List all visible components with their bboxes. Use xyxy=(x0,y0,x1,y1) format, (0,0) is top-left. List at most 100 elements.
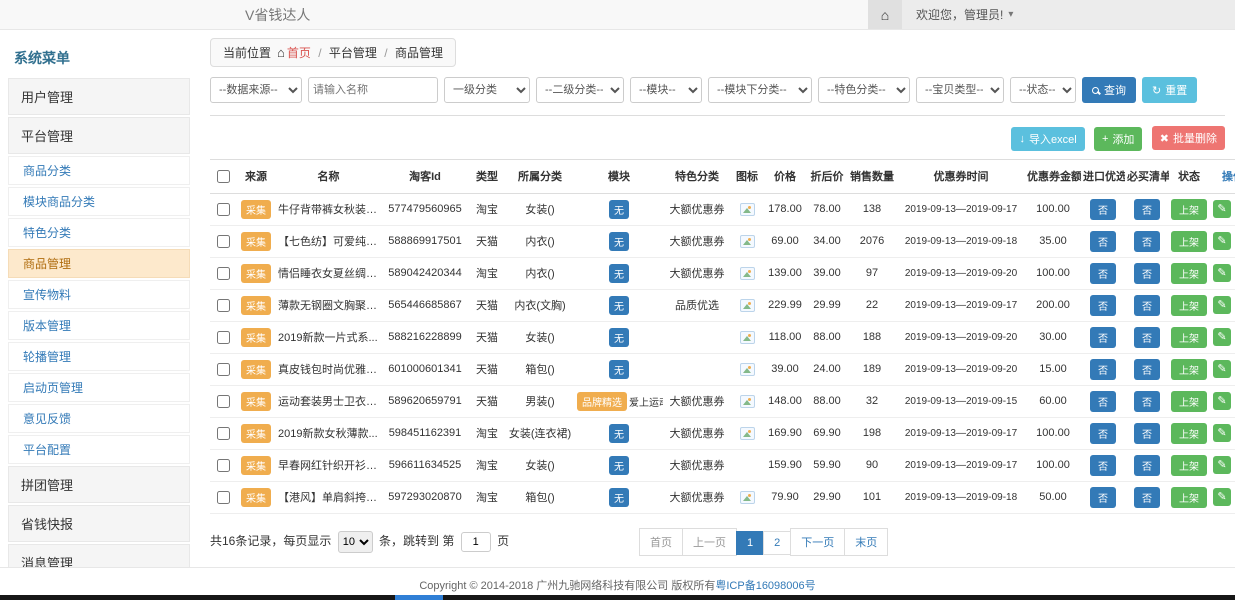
must-buy-toggle[interactable]: 否 xyxy=(1134,423,1160,444)
page-button[interactable]: 1 xyxy=(736,531,764,555)
status-button[interactable]: 上架 xyxy=(1171,455,1207,476)
edit-button[interactable]: ✎ xyxy=(1213,328,1231,346)
import-select-toggle[interactable]: 否 xyxy=(1090,295,1116,316)
edit-button[interactable]: ✎ xyxy=(1213,264,1231,282)
sidebar-item[interactable]: 商品管理 xyxy=(8,249,190,278)
row-checkbox[interactable] xyxy=(217,395,230,408)
page-button[interactable]: 下一页 xyxy=(790,528,845,556)
add-button[interactable]: +添加 xyxy=(1094,127,1142,151)
module-cell: 无 xyxy=(575,321,663,353)
import-excel-button[interactable]: ↓导入excel xyxy=(1011,127,1084,151)
edit-button[interactable]: ✎ xyxy=(1213,360,1231,378)
status-button[interactable]: 上架 xyxy=(1171,359,1207,380)
sidebar-item[interactable]: 省钱快报 xyxy=(8,505,190,542)
sidebar-item[interactable]: 宣传物料 xyxy=(8,280,190,309)
row-checkbox[interactable] xyxy=(217,299,230,312)
edit-button[interactable]: ✎ xyxy=(1213,424,1231,442)
row-checkbox[interactable] xyxy=(217,459,230,472)
sidebar-item[interactable]: 商品分类 xyxy=(8,156,190,185)
breadcrumb-home-link[interactable]: 首页 xyxy=(287,46,311,60)
module-subcategory-select[interactable]: --模块下分类-- xyxy=(708,77,812,103)
import-select-toggle[interactable]: 否 xyxy=(1090,455,1116,476)
product-type: 淘宝 xyxy=(469,417,505,449)
edit-button[interactable]: ✎ xyxy=(1213,488,1231,506)
page-button[interactable]: 上一页 xyxy=(682,528,737,556)
sidebar-item[interactable]: 特色分类 xyxy=(8,218,190,247)
import-select-toggle[interactable]: 否 xyxy=(1090,487,1116,508)
row-checkbox[interactable] xyxy=(217,267,230,280)
import-select-toggle[interactable]: 否 xyxy=(1090,327,1116,348)
sidebar-item[interactable]: 模块商品分类 xyxy=(8,187,190,216)
must-buy-toggle[interactable]: 否 xyxy=(1134,391,1160,412)
query-button[interactable]: 查询 xyxy=(1082,77,1136,103)
status-button[interactable]: 上架 xyxy=(1171,295,1207,316)
name-input[interactable] xyxy=(308,77,438,103)
coupon-amount: 100.00 xyxy=(1025,193,1081,225)
must-buy-toggle[interactable]: 否 xyxy=(1134,199,1160,220)
status-button[interactable]: 上架 xyxy=(1171,327,1207,348)
sidebar-item[interactable]: 意见反馈 xyxy=(8,404,190,433)
sidebar-item[interactable]: 平台配置 xyxy=(8,435,190,464)
sidebar-item[interactable]: 轮播管理 xyxy=(8,342,190,371)
must-buy-toggle[interactable]: 否 xyxy=(1134,263,1160,284)
sidebar-item[interactable]: 用户管理 xyxy=(8,78,190,115)
product-category: 男装() xyxy=(505,385,575,417)
must-buy-toggle[interactable]: 否 xyxy=(1134,455,1160,476)
status-select[interactable]: --状态-- xyxy=(1010,77,1076,103)
status-button[interactable]: 上架 xyxy=(1171,391,1207,412)
must-buy-toggle[interactable]: 否 xyxy=(1134,295,1160,316)
per-page-select[interactable]: 10 xyxy=(338,531,373,553)
row-checkbox[interactable] xyxy=(217,427,230,440)
status-button[interactable]: 上架 xyxy=(1171,487,1207,508)
coupon-amount: 100.00 xyxy=(1025,449,1081,481)
level2-category-select[interactable]: --二级分类-- xyxy=(536,77,624,103)
must-buy-toggle[interactable]: 否 xyxy=(1134,231,1160,252)
import-select-toggle[interactable]: 否 xyxy=(1090,263,1116,284)
sidebar-item[interactable]: 平台管理 xyxy=(8,117,190,154)
row-checkbox[interactable] xyxy=(217,363,230,376)
icp-link[interactable]: 粤ICP备16098006号 xyxy=(715,580,815,592)
source-badge: 采集 xyxy=(241,200,271,219)
import-select-toggle[interactable]: 否 xyxy=(1090,423,1116,444)
must-buy-toggle[interactable]: 否 xyxy=(1134,359,1160,380)
coupon-amount: 60.00 xyxy=(1025,385,1081,417)
page-button[interactable]: 首页 xyxy=(639,528,683,556)
edit-button[interactable]: ✎ xyxy=(1213,456,1231,474)
edit-button[interactable]: ✎ xyxy=(1213,200,1231,218)
edit-button[interactable]: ✎ xyxy=(1213,232,1231,250)
import-select-toggle[interactable]: 否 xyxy=(1090,199,1116,220)
status-button[interactable]: 上架 xyxy=(1171,231,1207,252)
row-checkbox[interactable] xyxy=(217,235,230,248)
pagination-summary: 共16条记录，每页显示 10 条，跳转到 第 页 xyxy=(210,531,509,553)
status-button[interactable]: 上架 xyxy=(1171,263,1207,284)
import-select-toggle[interactable]: 否 xyxy=(1090,231,1116,252)
row-checkbox[interactable] xyxy=(217,203,230,216)
edit-button[interactable]: ✎ xyxy=(1213,296,1231,314)
icon-cell xyxy=(731,353,763,385)
user-menu[interactable]: 欢迎您，管理员! ▾ xyxy=(916,0,1013,29)
sidebar-item[interactable]: 拼团管理 xyxy=(8,466,190,503)
row-checkbox[interactable] xyxy=(217,331,230,344)
home-button[interactable]: ⌂ xyxy=(868,0,902,29)
level1-category-select[interactable]: 一级分类 xyxy=(444,77,530,103)
reset-button[interactable]: ↻重置 xyxy=(1142,77,1197,103)
edit-button[interactable]: ✎ xyxy=(1213,392,1231,410)
feature-category-select[interactable]: --特色分类-- xyxy=(818,77,910,103)
data-source-select[interactable]: --数据来源-- xyxy=(210,77,302,103)
must-buy-toggle[interactable]: 否 xyxy=(1134,487,1160,508)
sidebar-item[interactable]: 版本管理 xyxy=(8,311,190,340)
sidebar-item[interactable]: 启动页管理 xyxy=(8,373,190,402)
import-select-toggle[interactable]: 否 xyxy=(1090,391,1116,412)
row-checkbox[interactable] xyxy=(217,491,230,504)
status-button[interactable]: 上架 xyxy=(1171,423,1207,444)
page-button[interactable]: 末页 xyxy=(844,528,888,556)
page-number-input[interactable] xyxy=(461,532,491,552)
select-all-checkbox[interactable] xyxy=(217,170,230,183)
import-select-toggle[interactable]: 否 xyxy=(1090,359,1116,380)
item-type-select[interactable]: --宝贝类型-- xyxy=(916,77,1004,103)
module-select[interactable]: --模块-- xyxy=(630,77,702,103)
page-button[interactable]: 2 xyxy=(763,531,791,555)
must-buy-toggle[interactable]: 否 xyxy=(1134,327,1160,348)
status-button[interactable]: 上架 xyxy=(1171,199,1207,220)
batch-delete-button[interactable]: ✖批量删除 xyxy=(1152,126,1225,150)
